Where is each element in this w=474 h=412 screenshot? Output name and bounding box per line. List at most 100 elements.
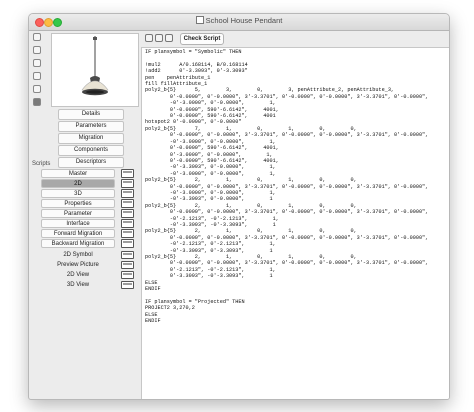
script-window-icon[interactable]	[121, 229, 134, 238]
title-bar: School House Pendant	[29, 14, 449, 31]
view-3d-view-label[interactable]: 3D View	[41, 281, 115, 289]
code-line: ELSE	[145, 279, 158, 286]
views-list: 2D Symbol Preview Picture 2D View 3D Vie…	[41, 251, 137, 291]
nav-components[interactable]: Components	[58, 145, 124, 156]
check-script-button[interactable]: Check Script	[180, 33, 224, 45]
view-preview-picture-label[interactable]: Preview Picture	[41, 261, 115, 269]
side-toolstrip	[33, 33, 43, 111]
find-icon[interactable]	[165, 34, 173, 42]
insert-icon[interactable]	[145, 34, 153, 42]
view-window-icon[interactable]	[121, 281, 134, 289]
view-row-preview-picture: Preview Picture	[41, 261, 137, 269]
section-nav: Details Parameters Migration Components …	[58, 109, 124, 169]
code-line: 0'-0.0000", 0'-0.0000", 3'-3.3701", 0'-0…	[145, 93, 429, 100]
script-window-icon[interactable]	[121, 239, 134, 248]
script-window-icon[interactable]	[121, 219, 134, 228]
script-row-3d: 3D	[41, 189, 137, 198]
window-title: School House Pendant	[29, 16, 449, 25]
script-row-backward-migration: Backward Migration	[41, 239, 137, 248]
object-preview	[51, 33, 139, 107]
script-interface-button[interactable]: Interface	[41, 219, 115, 228]
script-code[interactable]: IF plansymbol = "Symbolic" THEN !mul2 A/…	[145, 49, 428, 324]
view-window-icon[interactable]	[121, 271, 134, 279]
code-line: -0'-3.0000", 0'-0.0000", 1,	[145, 170, 276, 177]
code-line: PROJECT2 3,270,2	[145, 305, 195, 312]
code-line: 0'-0.0000", 590'-6.6142", 4001,	[145, 106, 279, 113]
bracket-icon[interactable]	[155, 34, 163, 42]
code-line: ENDIF	[145, 318, 161, 325]
view-row-2d-view: 2D View	[41, 271, 137, 279]
code-line: poly2_b{5} 2, 1, 0, 1, 0, 0,	[145, 177, 357, 184]
code-line: -0'-3.0000", 0'-0.0000", 1,	[145, 189, 276, 196]
code-line: -0'-3.0000", 0'-0.0000", 1,	[145, 138, 276, 145]
rotate-tool-icon[interactable]	[33, 46, 41, 54]
app-window: School House Pendant Details Parameters …	[28, 13, 450, 400]
nav-migration[interactable]: Migration	[58, 133, 124, 144]
elevation-view-icon[interactable]	[33, 72, 41, 80]
script-properties-button[interactable]: Properties	[41, 199, 115, 208]
nav-parameters[interactable]: Parameters	[58, 121, 124, 132]
code-line: 0'-0.0000", 590'-6.6142", 4001,	[145, 157, 279, 164]
code-line: pen penAttribute_1	[145, 74, 211, 81]
script-row-2d: 2D	[41, 179, 137, 188]
script-backward-migration-button[interactable]: Backward Migration	[41, 239, 115, 248]
view-2d-symbol-label[interactable]: 2D Symbol	[41, 251, 115, 259]
plan-view-icon[interactable]	[33, 59, 41, 67]
script-row-forward-migration: Forward Migration	[41, 229, 137, 238]
code-line: -0'-3.0000", 0'-0.0000", 1,	[145, 100, 276, 107]
code-line: poly2_b{5} 2, 1, 0, 1, 0, 0,	[145, 202, 357, 209]
script-row-master: Master	[41, 169, 137, 178]
code-line: 0'-2.1213", -0'-2.1213", 1,	[145, 266, 276, 273]
script-row-parameter: Parameter	[41, 209, 137, 218]
code-line: 0'-0.0000", 0'-0.0000", 3'-3.3701", 0'-0…	[145, 183, 429, 190]
script-window-icon[interactable]	[121, 209, 134, 218]
view-window-icon[interactable]	[121, 261, 134, 269]
script-forward-migration-button[interactable]: Forward Migration	[41, 229, 115, 238]
script-parameter-button[interactable]: Parameter	[41, 209, 115, 218]
view-window-icon[interactable]	[121, 251, 134, 259]
code-line: IF plansymbol = "Symbolic" THEN	[145, 49, 242, 55]
code-line: poly2_b{5} 2, 1, 0, 1, 0, 0,	[145, 228, 357, 235]
scripts-heading: Scripts	[32, 161, 51, 167]
scripts-list: Master 2D 3D Properties Parameter Interf…	[41, 169, 137, 249]
code-line: 0'-0.0000", 0'-0.0000", 3'-3.3701", 0'-0…	[145, 234, 429, 241]
code-line: 0'-0.0000", 0'-0.0000", 3'-3.3701", 0'-0…	[145, 209, 429, 216]
code-line: hotspot2 0'-0.0000", 0'-0.0000"	[145, 119, 242, 126]
script-2d-button[interactable]: 2D	[41, 179, 115, 188]
code-line: -0'-3.3093", 0'-0.0000", 1,	[145, 164, 276, 171]
code-line: poly2_b{5} 5, 3, 0, 3, penAttribute_2, p…	[145, 87, 395, 94]
script-editor[interactable]: IF plansymbol = "Symbolic" THEN !mul2 A/…	[141, 47, 449, 399]
nav-descriptors[interactable]: Descriptors	[58, 157, 124, 168]
code-line: 0'-0.0000", 590'-6.6142", 4001,	[145, 145, 279, 152]
script-row-properties: Properties	[41, 199, 137, 208]
code-line: !add2 0'-3.3093", 0'-3.3093"	[145, 68, 248, 75]
code-line: poly2_b{5} 2, 1, 0, 1, 0, 0,	[145, 254, 357, 260]
code-line: -0'-3.3093", 0'-3.3093", 1	[145, 247, 273, 254]
nav-details[interactable]: Details	[58, 109, 124, 120]
code-line: ENDIF	[145, 286, 161, 293]
code-line: ELSE	[145, 311, 158, 318]
code-line: IF plansymbol = "Projected" THEN	[145, 298, 245, 305]
script-window-icon[interactable]	[121, 169, 134, 178]
view-row-2d-symbol: 2D Symbol	[41, 251, 137, 259]
script-3d-button[interactable]: 3D	[41, 189, 115, 198]
arrow-tool-icon[interactable]	[33, 33, 41, 41]
window-title-text: School House Pendant	[205, 16, 283, 25]
code-line: -0'-2.1213", -0'-2.1213", 1,	[145, 215, 279, 222]
document-icon	[195, 16, 204, 24]
3d-view-icon[interactable]	[33, 85, 41, 93]
pendant-lamp-image	[81, 36, 109, 96]
code-line: -0'-3.3093", -0'-3.3093", 1	[145, 221, 276, 228]
script-window-icon[interactable]	[121, 189, 134, 198]
code-line: 0'-0.0000", 0'-0.0000", 3'-3.3701", 0'-0…	[145, 260, 429, 267]
code-line: 0'-0.0000", 590'-6.6142", 4001	[145, 113, 276, 120]
list-view-icon[interactable]	[33, 98, 41, 106]
editor-toolbar: Check Script	[141, 32, 449, 46]
script-master-button[interactable]: Master	[41, 169, 115, 178]
code-line: 0'-3.0000", 0'-0.0000", 1,	[145, 151, 273, 158]
code-line: 0'-0.0000", 0'-0.0000", 3'-3.3701", 0'-0…	[145, 132, 429, 139]
script-window-icon[interactable]	[121, 199, 134, 208]
script-window-icon[interactable]	[121, 179, 134, 188]
view-2d-view-label[interactable]: 2D View	[41, 271, 115, 279]
code-line: -0'-2.1213", 0'-2.1213", 1,	[145, 241, 276, 248]
